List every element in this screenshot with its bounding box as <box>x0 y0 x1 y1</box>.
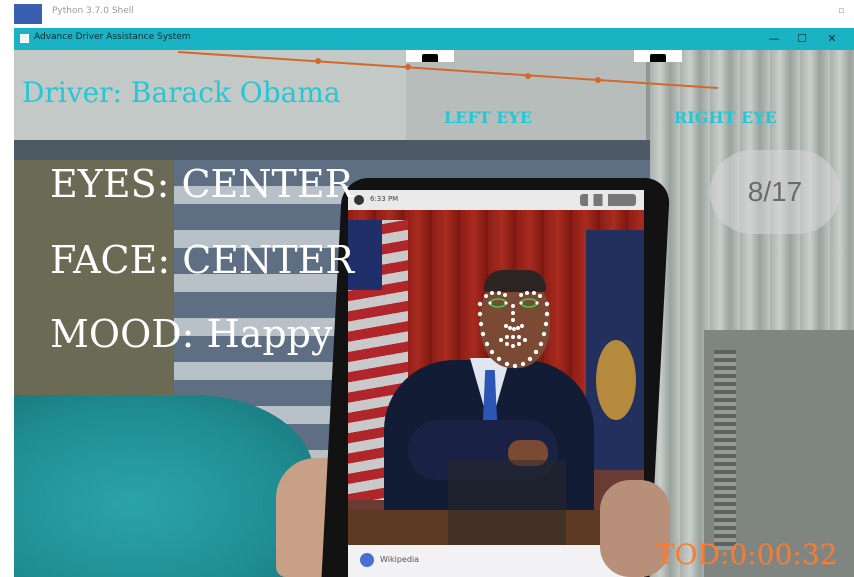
right-eye-label: RIGHT EYE <box>674 108 777 127</box>
person-sleeve <box>14 395 314 577</box>
face-status: FACE: CENTER <box>50 238 354 282</box>
air-conditioner-grille <box>714 350 736 550</box>
minimize-button[interactable]: — <box>762 31 786 47</box>
phone-bottom-bar-label: Wikipedia <box>380 555 420 564</box>
left-eye-crop <box>406 50 454 62</box>
background-taskbar: Python 3.7.0 Shell ▫ <box>0 0 854 28</box>
background-window-title: Python 3.7.0 Shell <box>52 6 134 16</box>
wikipedia-icon <box>360 553 374 567</box>
maximize-button[interactable]: ☐ <box>790 31 814 47</box>
window-app-icon <box>20 34 29 43</box>
flag-seal <box>596 340 636 420</box>
phone-status-time: 6:33 PM <box>370 195 399 203</box>
right-eye-crop <box>634 50 682 62</box>
mood-status: MOOD: Happy <box>50 312 333 356</box>
phone-status-bar: 6:33 PM <box>348 190 644 210</box>
eyes-status: EYES: CENTER <box>50 162 354 206</box>
slide-counter[interactable]: 8/17 <box>710 150 840 234</box>
window-title: Advance Driver Assistance System <box>34 32 191 42</box>
camera-feed: 6:33 PM Wikipedia Driver: Barack Obama L… <box>14 50 854 577</box>
driver-name-label: Driver: Barack Obama <box>22 76 341 109</box>
title-bar[interactable]: Advance Driver Assistance System — ☐ ✕ <box>14 28 854 50</box>
facial-landmarks <box>477 291 550 369</box>
background-app-icon <box>14 4 42 24</box>
status-icons <box>580 194 636 206</box>
background-minimize-icon[interactable]: ▫ <box>838 6 844 16</box>
close-button[interactable]: ✕ <box>820 31 844 47</box>
camera-dot <box>354 195 364 205</box>
app-window: Advance Driver Assistance System — ☐ ✕ 6… <box>14 28 854 577</box>
ceiling-beam <box>14 140 654 160</box>
left-eye-label: LEFT EYE <box>444 108 533 127</box>
drive-timer: TOD:0:00:32 <box>656 538 838 571</box>
